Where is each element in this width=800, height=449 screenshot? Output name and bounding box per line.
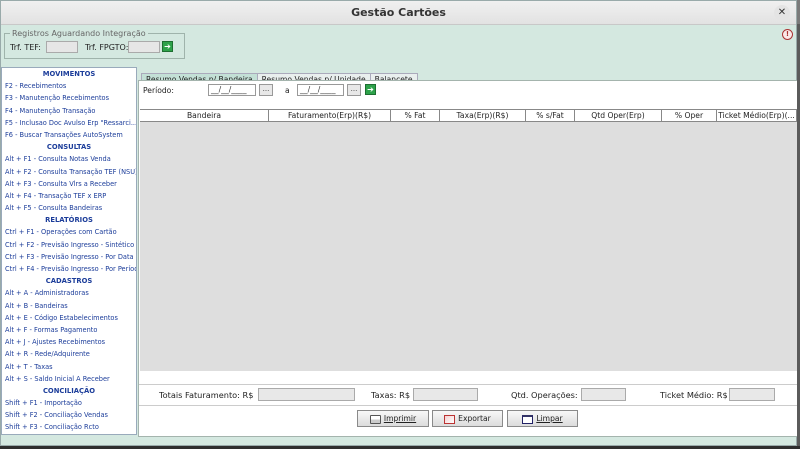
sidebar-item[interactable]: Shift + F1 - Importação [2, 397, 136, 409]
sidebar-section-heading: MOVIMENTOS [42, 70, 96, 78]
period-to-label: a [285, 86, 290, 95]
sidebar-item[interactable]: Ctrl + F1 - Operações com Cartão [2, 226, 136, 238]
close-button[interactable]: ✕ [774, 5, 790, 21]
title-bar: Gestão Cartões ✕ [1, 1, 796, 25]
total-faturamento-label: Totais Faturamento: R$ [159, 390, 254, 400]
grid-column-header[interactable]: Bandeira [140, 110, 269, 121]
sidebar-item[interactable]: F5 - Inclusao Doc Avulso Erp "Ressarci..… [2, 117, 136, 129]
sidebar-item[interactable]: F6 - Buscar Transações AutoSystem [2, 129, 136, 141]
tef-field[interactable] [46, 41, 78, 53]
sidebar-section-heading: RELATÓRIOS [45, 216, 93, 225]
close-icon: ✕ [777, 7, 787, 18]
arrow-right-icon: ➔ [164, 42, 171, 51]
sidebar-item[interactable]: Shift + F2 - Conciliação Vendas [2, 409, 136, 421]
sidebar-item[interactable]: Alt + R - Rede/Adquirente [2, 348, 136, 360]
period-to-picker-button[interactable]: ... [347, 84, 361, 96]
integration-legend: Registros Aguardando Integração [12, 29, 146, 38]
total-taxas-field [413, 388, 478, 401]
window-content: Registros Aguardando Integração Trf. TEF… [1, 25, 798, 445]
ppgto-field[interactable] [128, 41, 160, 53]
sidebar-item[interactable]: Alt + F4 - Transação TEF x ERP [2, 190, 136, 202]
sidebar-item[interactable]: Alt + T - Taxas [2, 361, 136, 373]
sidebar-item[interactable]: Alt + F5 - Consulta Bandeiras [2, 202, 136, 214]
sidebar-item[interactable]: Alt + A - Administradoras [2, 287, 136, 299]
tab-panel: Período: __/__/____ ... a __/__/____ ...… [138, 80, 798, 437]
print-label: Imprimir [383, 414, 417, 423]
sidebar-item[interactable]: Alt + S - Saldo Inicial A Receber [2, 373, 136, 385]
sidebar-item[interactable]: Alt + E - Código Estabelecimentos [2, 312, 136, 324]
export-icon [444, 414, 456, 424]
window-clear-icon [522, 414, 534, 424]
sidebar-item[interactable]: Alt + B - Bandeiras [2, 300, 136, 312]
refresh-go-button[interactable]: ➔ [162, 41, 173, 52]
sidebar-item[interactable]: F4 - Manutenção Transação [2, 105, 136, 117]
grid-column-header[interactable]: Qtd Oper(Erp) [575, 110, 662, 121]
export-label: Exportar [458, 414, 491, 423]
sidebar-item[interactable]: Alt + F3 - Consulta Vlrs a Receber [2, 178, 136, 190]
export-button[interactable]: Exportar [432, 410, 503, 427]
totals-row: Totais Faturamento: R$ Taxas: R$ Qtd. Op… [139, 384, 797, 405]
arrow-right-icon: ➔ [367, 85, 374, 94]
period-row: Período: __/__/____ ... a __/__/____ ...… [139, 81, 797, 100]
period-from-input[interactable]: __/__/____ [208, 84, 256, 96]
grid-column-header[interactable]: % Oper [662, 110, 717, 121]
sidebar-item[interactable]: Alt + F1 - Consulta Notas Venda [2, 153, 136, 165]
printer-icon [369, 414, 381, 424]
sidebar-item[interactable]: Ctrl + F3 - Previsão Ingresso - Por Data [2, 251, 136, 263]
period-to-input[interactable]: __/__/____ [297, 84, 344, 96]
grid-column-header[interactable]: Faturamento(Erp)(R$) [269, 110, 391, 121]
grid-column-header[interactable]: % s/Fat [526, 110, 575, 121]
alert-icon[interactable]: ! [782, 29, 793, 40]
total-faturamento-field [258, 388, 355, 401]
tef-label: Trf. TEF: [10, 43, 41, 52]
total-qtd-label: Qtd. Operações: [511, 390, 578, 400]
sidebar-item[interactable]: Ctrl + F2 - Previsão Ingresso - Sintétic… [2, 239, 136, 251]
period-from-picker-button[interactable]: ... [259, 84, 273, 96]
clear-button[interactable]: Limpar [507, 410, 578, 427]
sidebar-section-heading: CONCILIAÇÃO [42, 386, 96, 395]
tab-bar: Resumo Vendas p/ BandeiraResumo Vendas p… [141, 67, 418, 86]
grid-column-header[interactable]: % Fat [391, 110, 440, 121]
sidebar-item[interactable]: Alt + F2 - Consulta Transação TEF (NSU) [2, 166, 136, 178]
main-window: Gestão Cartões ✕ Registros Aguardando In… [0, 0, 798, 446]
grid-column-header[interactable]: Taxa(Erp)(R$) [440, 110, 526, 121]
period-label: Período: [143, 86, 174, 95]
total-ticket-field [729, 388, 775, 401]
clear-label: Limpar [536, 414, 563, 423]
grid-column-header[interactable]: Ticket Médio(Erp)(... [717, 110, 797, 121]
total-taxas-label: Taxas: R$ [371, 390, 411, 400]
search-go-button[interactable]: ➔ [365, 84, 376, 95]
grid-header: Bandeira Faturamento(Erp)(R$)% Fat Taxa(Er… [140, 110, 797, 122]
sidebar-section-heading: CONSULTAS [46, 143, 92, 152]
total-qtd-field [581, 388, 626, 401]
sidebar-section-heading: CADASTROS [45, 277, 93, 286]
sidebar-item[interactable]: Ctrl + F4 - Previsão Ingresso - Por Perí… [2, 263, 136, 275]
sidebar-item[interactable]: F3 - Manutenção Recebimentos [2, 92, 136, 104]
print-button[interactable]: Imprimir [357, 410, 429, 427]
data-grid[interactable]: Bandeira Faturamento(Erp)(R$)% Fat Taxa(Er… [140, 109, 797, 371]
main-area: Resumo Vendas p/ BandeiraResumo Vendas p… [138, 67, 798, 439]
button-bar: Imprimir Exportar Limpar [139, 405, 797, 429]
sidebar-item[interactable]: Alt + F - Formas Pagamento [2, 324, 136, 336]
window-title: Gestão Cartões [351, 6, 446, 19]
sidebar-item[interactable]: Shift + F3 - Conciliação Rcto [2, 421, 136, 433]
sidebar-item[interactable]: Alt + J - Ajustes Recebimentos [2, 336, 136, 348]
total-ticket-label: Ticket Médio: R$ [660, 390, 728, 400]
ppgto-label: Trf. FPGTO: [85, 43, 129, 52]
sidebar-item[interactable]: F2 - Recebimentos [2, 80, 136, 92]
shortcut-sidebar: MOVIMENTOS F2 - Recebimentos F3 - Manutenç… [1, 67, 137, 435]
